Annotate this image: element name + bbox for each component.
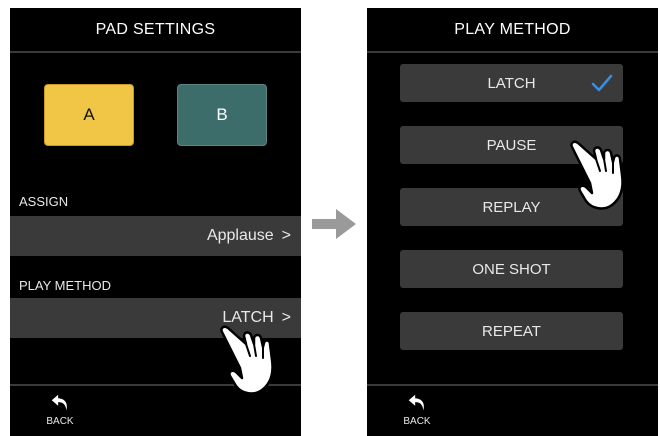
back-arrow-icon xyxy=(51,394,67,411)
option-label: REPEAT xyxy=(482,322,541,340)
back-label: BACK xyxy=(403,416,431,427)
bottom-divider xyxy=(367,384,658,386)
back-button[interactable]: BACK xyxy=(43,392,77,434)
pointing-hand-icon xyxy=(220,325,274,395)
option-label: REPLAY xyxy=(482,198,541,216)
checkmark-icon xyxy=(591,74,613,92)
option-one-shot[interactable]: ONE SHOT xyxy=(400,250,623,288)
right-arrow-icon xyxy=(312,209,356,239)
assign-value: Applause xyxy=(206,227,274,244)
play-method-label: PLAY METHOD xyxy=(19,278,111,293)
pad-b-button[interactable]: B xyxy=(177,84,267,146)
assign-row[interactable]: Applause > xyxy=(10,216,301,256)
page-title: PLAY METHOD xyxy=(454,20,571,38)
chevron-right-icon: > xyxy=(281,227,291,244)
pointing-hand-icon xyxy=(570,140,624,210)
play-method-screen: PLAY METHOD LATCH PAUSE REPLAY ONE SHOT … xyxy=(367,8,658,436)
page-title: PAD SETTINGS xyxy=(95,20,216,38)
title-divider xyxy=(10,51,301,53)
back-button[interactable]: BACK xyxy=(400,392,434,434)
option-label: LATCH xyxy=(487,74,536,92)
option-latch[interactable]: LATCH xyxy=(400,64,623,102)
title-divider xyxy=(367,51,658,53)
pad-a-button[interactable]: A xyxy=(44,84,134,146)
option-label: ONE SHOT xyxy=(472,260,551,278)
option-label: PAUSE xyxy=(486,136,537,154)
back-arrow-icon xyxy=(408,394,424,411)
back-label: BACK xyxy=(46,416,74,427)
option-repeat[interactable]: REPEAT xyxy=(400,312,623,350)
assign-label: ASSIGN xyxy=(19,194,69,209)
